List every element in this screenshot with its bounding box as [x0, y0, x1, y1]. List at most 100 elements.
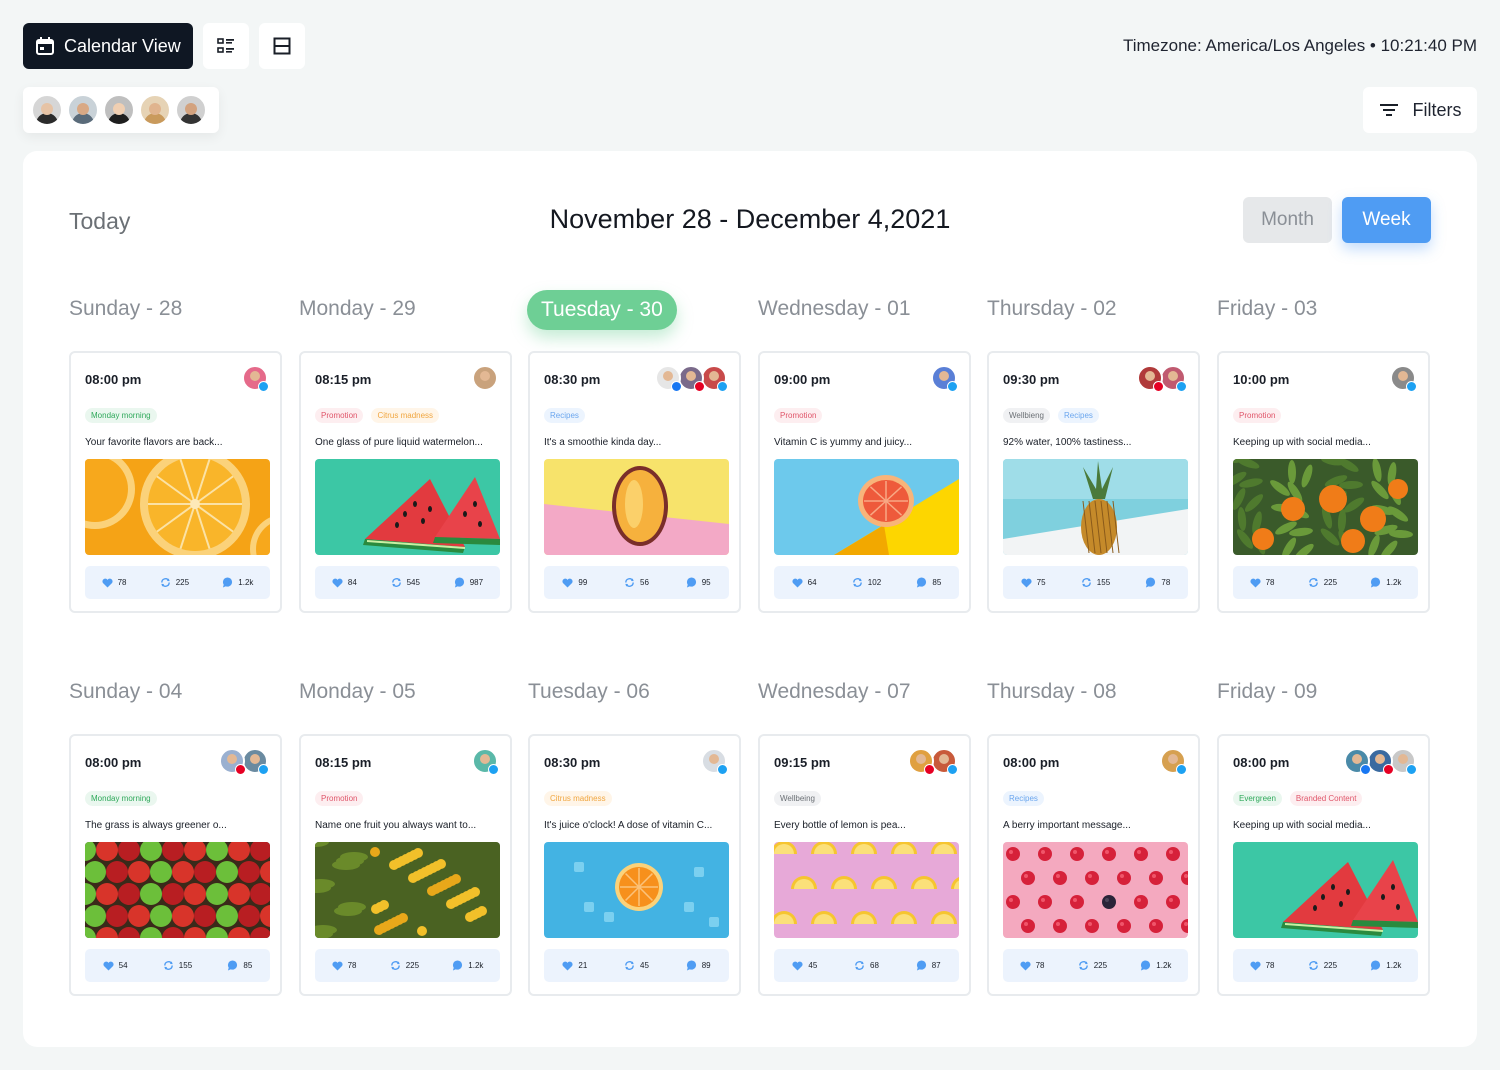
day-label: Thursday - 08	[987, 680, 1117, 703]
account-avatar[interactable]	[908, 748, 935, 775]
tag-badge[interactable]: Monday morning	[85, 791, 157, 806]
avatar[interactable]	[175, 94, 207, 126]
comments-stat: 1.2k	[1140, 960, 1171, 971]
post-time: 09:15 pm	[774, 755, 831, 770]
post-card[interactable]: 08:00 pm Monday morning The grass is alway…	[69, 734, 282, 996]
post-image[interactable]	[774, 842, 959, 938]
account-avatar[interactable]	[472, 748, 499, 775]
calendar-view-button[interactable]: Calendar View	[23, 23, 193, 69]
filters-button[interactable]: Filters	[1363, 87, 1477, 133]
avatar[interactable]	[67, 94, 99, 126]
tag-badge[interactable]: Branded Content	[1289, 791, 1363, 806]
day-label: Wednesday - 01	[758, 297, 911, 320]
tag-badge[interactable]: Wellbeing	[774, 791, 821, 806]
heart-icon	[1020, 961, 1031, 971]
filters-label: Filters	[1412, 99, 1462, 120]
account-avatar[interactable]	[1160, 748, 1187, 775]
tag-badge[interactable]: Recipes	[544, 408, 585, 423]
repost-icon	[1081, 577, 1092, 588]
twitter-icon	[1176, 381, 1187, 392]
timezone-clock: Timezone: America/Los Angeles • 10:21:40…	[1122, 36, 1477, 55]
pinterest-icon	[924, 764, 935, 775]
repost-icon	[852, 577, 863, 588]
likes-stat-value: 78	[1035, 961, 1045, 970]
account-avatar[interactable]	[931, 365, 958, 392]
tag-badge[interactable]: Citrus madness	[371, 408, 440, 423]
post-tags: Recipes	[544, 408, 585, 423]
post-card[interactable]: 08:00 pm Recipes A berry important message…	[987, 734, 1200, 996]
tag-badge[interactable]: Promotion	[1233, 408, 1282, 423]
post-card[interactable]: 08:00 pm Evergreen Branded Content Keeping …	[1217, 734, 1430, 996]
account-avatar[interactable]	[472, 365, 498, 391]
shares-stat: 225	[390, 960, 419, 971]
tag-badge[interactable]: Promotion	[315, 408, 364, 423]
account-avatar[interactable]	[1137, 365, 1164, 392]
avatar[interactable]	[139, 94, 171, 126]
avatar[interactable]	[103, 94, 135, 126]
tag-badge[interactable]: Monday morning	[85, 408, 157, 423]
account-avatar[interactable]	[219, 748, 246, 775]
post-image[interactable]	[1003, 842, 1188, 938]
post-card[interactable]: 10:00 pm Promotion Keeping up with social …	[1217, 351, 1430, 613]
post-card[interactable]: 08:15 pm Promotion Name one fruit you alwa…	[299, 734, 512, 996]
account-avatar[interactable]	[1344, 748, 1371, 775]
post-image[interactable]	[315, 459, 500, 555]
avatar-head	[227, 754, 237, 764]
post-image[interactable]	[85, 842, 270, 938]
comments-stat-value: 1.2k	[238, 578, 254, 587]
comment-icon	[1140, 960, 1151, 971]
tag-badge[interactable]: Citrus madness	[544, 791, 612, 806]
tag-badge[interactable]: Recipes	[1057, 408, 1099, 423]
post-card[interactable]: 08:00 pm Monday morning Your favorite flav…	[69, 351, 282, 613]
post-card[interactable]: 09:30 pm Wellbieng Recipes 92% water, 100% …	[987, 351, 1200, 613]
post-caption: It's juice o'clock! A dose of vitamin C.…	[544, 820, 713, 831]
post-image[interactable]	[85, 459, 270, 555]
post-image[interactable]	[1233, 842, 1418, 938]
likes-stat-value: 75	[1036, 578, 1046, 587]
tag-badge[interactable]: Promotion	[315, 791, 364, 806]
post-card[interactable]: 08:15 pm Promotion Citrus madness One glass…	[299, 351, 512, 613]
tag-badge[interactable]: Wellbieng	[1003, 408, 1050, 423]
tag-badge[interactable]: Promotion	[774, 408, 823, 423]
shares-stat-value: 68	[870, 961, 879, 970]
post-image[interactable]	[544, 842, 729, 938]
account-avatar[interactable]	[655, 365, 682, 392]
comment-icon	[916, 960, 927, 971]
account-avatar[interactable]	[701, 748, 728, 775]
post-time: 10:00 pm	[1233, 372, 1290, 387]
month-toggle-button[interactable]: Month	[1243, 197, 1332, 243]
post-time: 08:15 pm	[315, 372, 372, 387]
likes-stat-value: 78	[347, 961, 357, 970]
grid-view-button[interactable]	[258, 23, 305, 69]
post-image[interactable]	[1233, 459, 1418, 555]
day-label: Monday - 05	[299, 680, 416, 703]
post-image[interactable]	[544, 459, 729, 555]
post-card[interactable]: 09:00 pm Promotion Vitamin C is yummy and …	[758, 351, 971, 613]
likes-stat: 78	[1250, 578, 1275, 588]
avatar[interactable]	[31, 94, 63, 126]
post-stats: 78 225 1.2k	[1233, 949, 1418, 982]
twitter-icon	[258, 381, 269, 392]
post-image[interactable]	[315, 842, 500, 938]
post-card[interactable]: 09:15 pm Wellbeing Every bottle of lemon i…	[758, 734, 971, 996]
post-card[interactable]: 08:30 pm Recipes It's a smoothie kinda day…	[528, 351, 741, 613]
post-card[interactable]: 08:30 pm Citrus madness It's juice o'clock…	[528, 734, 741, 996]
post-stats: 64 102 85	[774, 566, 959, 599]
likes-stat: 64	[792, 578, 817, 588]
account-avatar[interactable]	[1390, 365, 1417, 392]
comment-icon	[1145, 577, 1156, 588]
post-image[interactable]	[1003, 459, 1188, 555]
list-view-button[interactable]	[202, 23, 249, 69]
account-avatar[interactable]	[242, 365, 269, 392]
repost-icon	[1308, 577, 1319, 588]
week-toggle-button[interactable]: Week	[1342, 197, 1431, 243]
comments-stat-value: 89	[701, 961, 711, 970]
comments-stat: 89	[686, 960, 711, 971]
likes-stat-value: 54	[118, 961, 128, 970]
post-image[interactable]	[774, 459, 959, 555]
tag-badge[interactable]: Recipes	[1003, 791, 1044, 806]
comments-stat: 1.2k	[222, 577, 253, 588]
tag-badge[interactable]: Evergreen	[1233, 791, 1282, 806]
post-accounts	[1344, 748, 1417, 775]
team-avatars[interactable]	[23, 87, 219, 133]
